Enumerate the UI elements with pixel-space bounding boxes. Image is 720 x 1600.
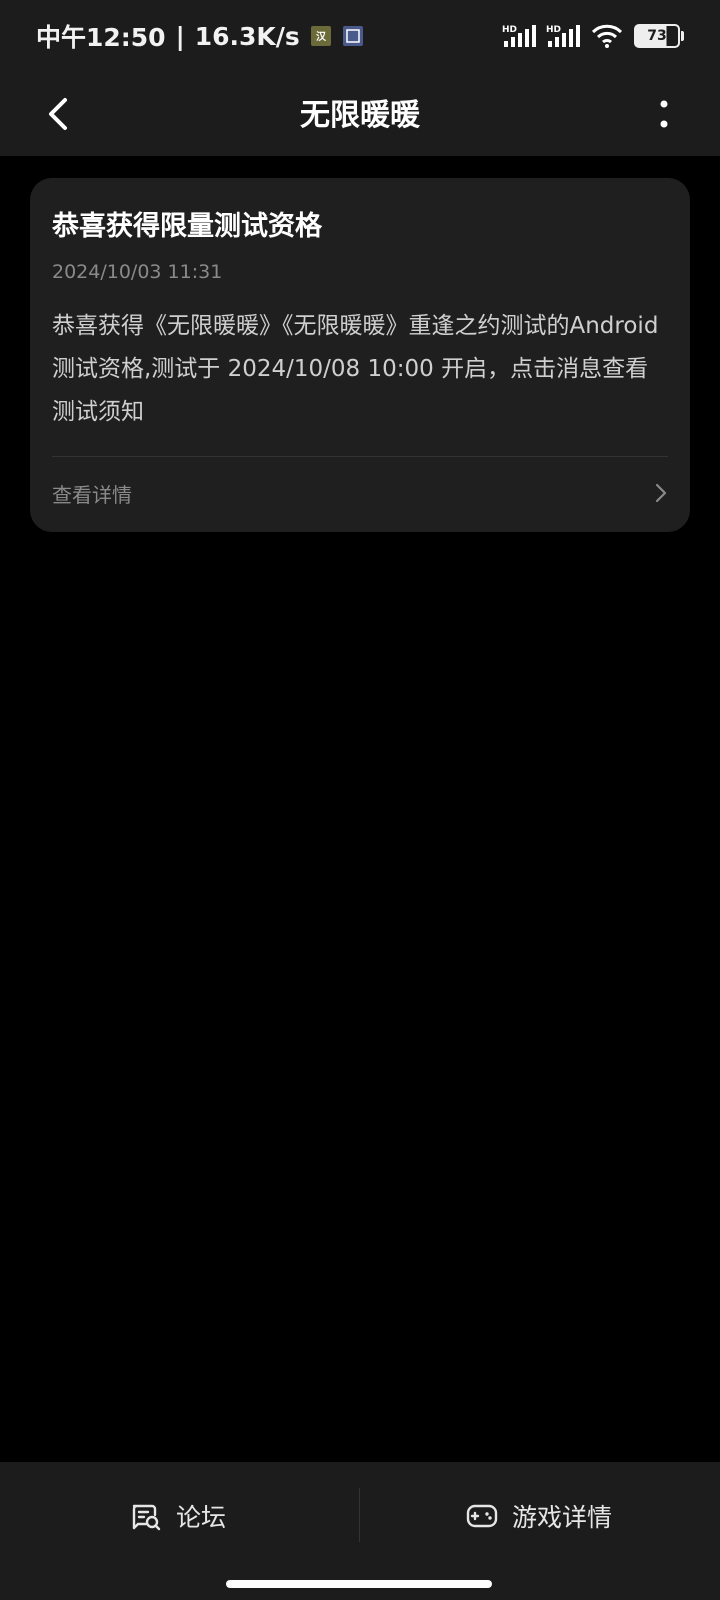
status-bar: 中午12:50 | 16.3K/s 汉 HD HD 73 [0, 0, 720, 72]
view-details-link[interactable]: 查看详情 [52, 457, 668, 529]
svg-text:HD: HD [546, 25, 561, 35]
page-title: 无限暖暖 [300, 98, 420, 133]
home-indicator[interactable] [226, 1580, 492, 1588]
bottom-navigation: 论坛 游戏详情 [0, 1462, 720, 1600]
forum-chat-search-icon [132, 1504, 161, 1531]
network-speed: 16.3K/s [194, 21, 300, 51]
svg-text:HD: HD [502, 25, 517, 35]
chevron-right-icon [655, 483, 667, 503]
bottom-divider [359, 1488, 360, 1542]
forum-label: 论坛 [176, 1503, 227, 1532]
message-body: 恭喜获得《无限暖暖》《无限暖暖》重逢之约测试的Android测试资格,测试于 2… [52, 313, 659, 425]
message-timestamp: 2024/10/03 11:31 [52, 261, 223, 283]
signal-icon-2: HD [546, 23, 580, 49]
status-right: HD HD 73 [502, 18, 684, 54]
game-details-label: 游戏详情 [512, 1503, 613, 1532]
status-separator: | [175, 21, 185, 51]
app-notification-icon-2 [342, 25, 364, 47]
top-app-bar: 无限暖暖 [0, 72, 720, 156]
game-details-button[interactable]: 游戏详情 [466, 1486, 612, 1546]
message-card[interactable]: 恭喜获得限量测试资格 2024/10/03 11:31 恭喜获得《无限暖暖》《无… [30, 178, 690, 532]
battery-level: 73 [647, 28, 667, 44]
app-notification-icon: 汉 [310, 25, 332, 47]
gamepad-icon [466, 1504, 498, 1528]
message-title: 恭喜获得限量测试资格 [52, 211, 322, 242]
more-vertical-icon [660, 100, 668, 128]
signal-icon: HD [502, 23, 536, 49]
more-options-button[interactable] [636, 86, 692, 142]
status-time: 中午12:50 [36, 23, 166, 52]
status-left: 中午12:50 | 16.3K/s 汉 [36, 16, 364, 56]
forum-button[interactable]: 论坛 [130, 1486, 226, 1546]
wifi-icon [590, 23, 624, 49]
svg-text:汉: 汉 [316, 30, 327, 43]
battery-indicator: 73 [634, 24, 684, 48]
view-details-label: 查看详情 [52, 482, 132, 507]
